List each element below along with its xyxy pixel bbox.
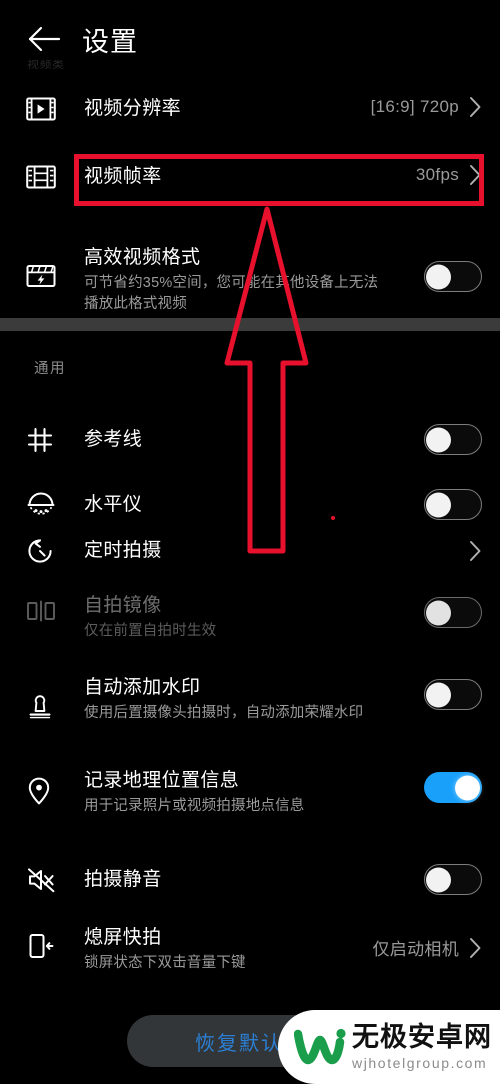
- row-body: 自动添加水印 使用后置摄像头拍摄时，自动添加荣耀水印: [66, 675, 424, 724]
- toggle-record-location[interactable]: [424, 772, 482, 803]
- toggle-auto-watermark[interactable]: [424, 679, 482, 710]
- row-subtitle: 锁屏状态下双击音量下键: [84, 955, 246, 971]
- row-timer-shot[interactable]: 定时拍摄: [0, 537, 500, 565]
- toggle-level-gauge[interactable]: [424, 489, 482, 520]
- row-body: 水平仪: [66, 492, 424, 518]
- row-body: 视频分辨率: [66, 96, 371, 122]
- annotation-dot: [331, 516, 335, 520]
- stamp-icon: [26, 675, 66, 721]
- app-header: 设置: [0, 0, 500, 78]
- chevron-right-icon: [469, 937, 482, 959]
- row-body: 拍摄静音: [66, 867, 424, 893]
- timer-icon: [26, 537, 66, 565]
- row-record-location[interactable]: 记录地理位置信息 用于记录照片或视频拍摄地点信息: [0, 768, 500, 817]
- row-title: 熄屏快拍: [84, 927, 162, 948]
- toggle-knob: [426, 427, 451, 452]
- row-value: [16:9] 720p: [371, 96, 482, 118]
- toggle-knob: [426, 682, 451, 707]
- toggle-knob: [426, 264, 451, 289]
- film-grid-icon: [26, 164, 66, 190]
- toggle-knob: [426, 867, 451, 892]
- row-silent-capture[interactable]: 拍摄静音: [0, 864, 500, 895]
- toggle-silent-capture[interactable]: [424, 864, 482, 895]
- w-logo-icon: [294, 1021, 346, 1073]
- row-title: 视频帧率: [84, 166, 162, 187]
- page-title: 设置: [82, 26, 138, 57]
- film-play-icon: [26, 96, 66, 122]
- watermark-text: 无极安卓网 wjhotelgroup.com: [352, 1022, 492, 1071]
- mute-speaker-icon: [26, 866, 66, 894]
- level-bubble-icon: [26, 491, 66, 519]
- ghost-section-label: 视频类: [27, 59, 65, 71]
- row-efficient-video-format[interactable]: 高效视频格式 可节省约35%空间，您可能在其他设备上无法播放此格式视频: [0, 245, 500, 315]
- row-title: 参考线: [84, 428, 143, 450]
- toggle-grid-lines[interactable]: [424, 424, 482, 455]
- row-body: 视频帧率: [66, 164, 416, 190]
- grid-hash-icon: [26, 426, 66, 454]
- back-arrow-icon[interactable]: [24, 19, 64, 59]
- location-pin-icon: [26, 768, 66, 806]
- section-divider: [0, 318, 500, 331]
- chevron-right-icon: [469, 96, 482, 118]
- row-selfie-mirror[interactable]: 自拍镜像 仅在前置自拍时生效: [0, 593, 500, 642]
- row-screen-off-snap[interactable]: 熄屏快拍 锁屏状态下双击音量下键 仅启动相机: [0, 925, 500, 974]
- row-subtitle: 使用后置摄像头拍摄时，自动添加荣耀水印: [84, 705, 364, 721]
- site-watermark: 无极安卓网 wjhotelgroup.com: [278, 1010, 500, 1084]
- row-body: 自拍镜像 仅在前置自拍时生效: [66, 593, 424, 642]
- settings-screen: 设置 视频类 视频分辨率 [16:9] 720p 视频帧率 30fps 高效视频…: [0, 0, 500, 1084]
- row-auto-watermark[interactable]: 自动添加水印 使用后置摄像头拍摄时，自动添加荣耀水印: [0, 675, 500, 724]
- row-title: 自拍镜像: [84, 595, 162, 616]
- clapperboard-bolt-icon: [26, 245, 66, 289]
- row-subtitle: 可节省约35%空间，您可能在其他设备上无法播放此格式视频: [84, 275, 379, 312]
- row-body: 定时拍摄: [66, 538, 459, 564]
- toggle-efficient-video-format[interactable]: [424, 261, 482, 292]
- toggle-knob: [426, 600, 451, 625]
- row-title: 视频分辨率: [84, 98, 182, 119]
- watermark-title: 无极安卓网: [352, 1022, 492, 1052]
- value-text: 30fps: [415, 165, 459, 184]
- row-title: 高效视频格式: [84, 247, 201, 268]
- watermark-url: wjhotelgroup.com: [352, 1055, 488, 1071]
- toggle-selfie-mirror[interactable]: [424, 597, 482, 628]
- chevron-right-icon: [469, 164, 482, 186]
- row-subtitle: 仅在前置自拍时生效: [84, 623, 217, 639]
- row-body: 记录地理位置信息 用于记录照片或视频拍摄地点信息: [66, 768, 424, 817]
- toggle-knob: [426, 492, 451, 517]
- row-title: 记录地理位置信息: [84, 770, 240, 791]
- chevron-right-icon: [469, 540, 482, 562]
- row-title: 拍摄静音: [84, 868, 162, 890]
- row-title: 自动添加水印: [84, 677, 201, 698]
- row-subtitle: 用于记录照片或视频拍摄地点信息: [84, 798, 305, 814]
- value-text: 仅启动相机: [372, 940, 459, 959]
- row-video-framerate[interactable]: 视频帧率 30fps: [0, 164, 500, 190]
- row-video-resolution[interactable]: 视频分辨率 [16:9] 720p: [0, 96, 500, 122]
- value-text: [16:9] 720p: [370, 97, 459, 116]
- row-body: 熄屏快拍 锁屏状态下双击音量下键: [66, 925, 373, 974]
- row-body: 高效视频格式 可节省约35%空间，您可能在其他设备上无法播放此格式视频: [66, 245, 424, 315]
- row-value: 30fps: [416, 164, 482, 186]
- row-level-gauge[interactable]: 水平仪: [0, 489, 500, 520]
- row-title: 水平仪: [84, 493, 143, 515]
- row-grid-lines[interactable]: 参考线: [0, 424, 500, 455]
- toggle-knob: [455, 775, 480, 800]
- row-value: 仅启动相机: [373, 935, 483, 960]
- row-value: [459, 540, 482, 562]
- row-title: 定时拍摄: [84, 540, 162, 561]
- section-label-general: 通用: [34, 361, 66, 377]
- mirror-icon: [26, 593, 66, 623]
- row-body: 参考线: [66, 427, 424, 453]
- phone-side-icon: [26, 925, 66, 961]
